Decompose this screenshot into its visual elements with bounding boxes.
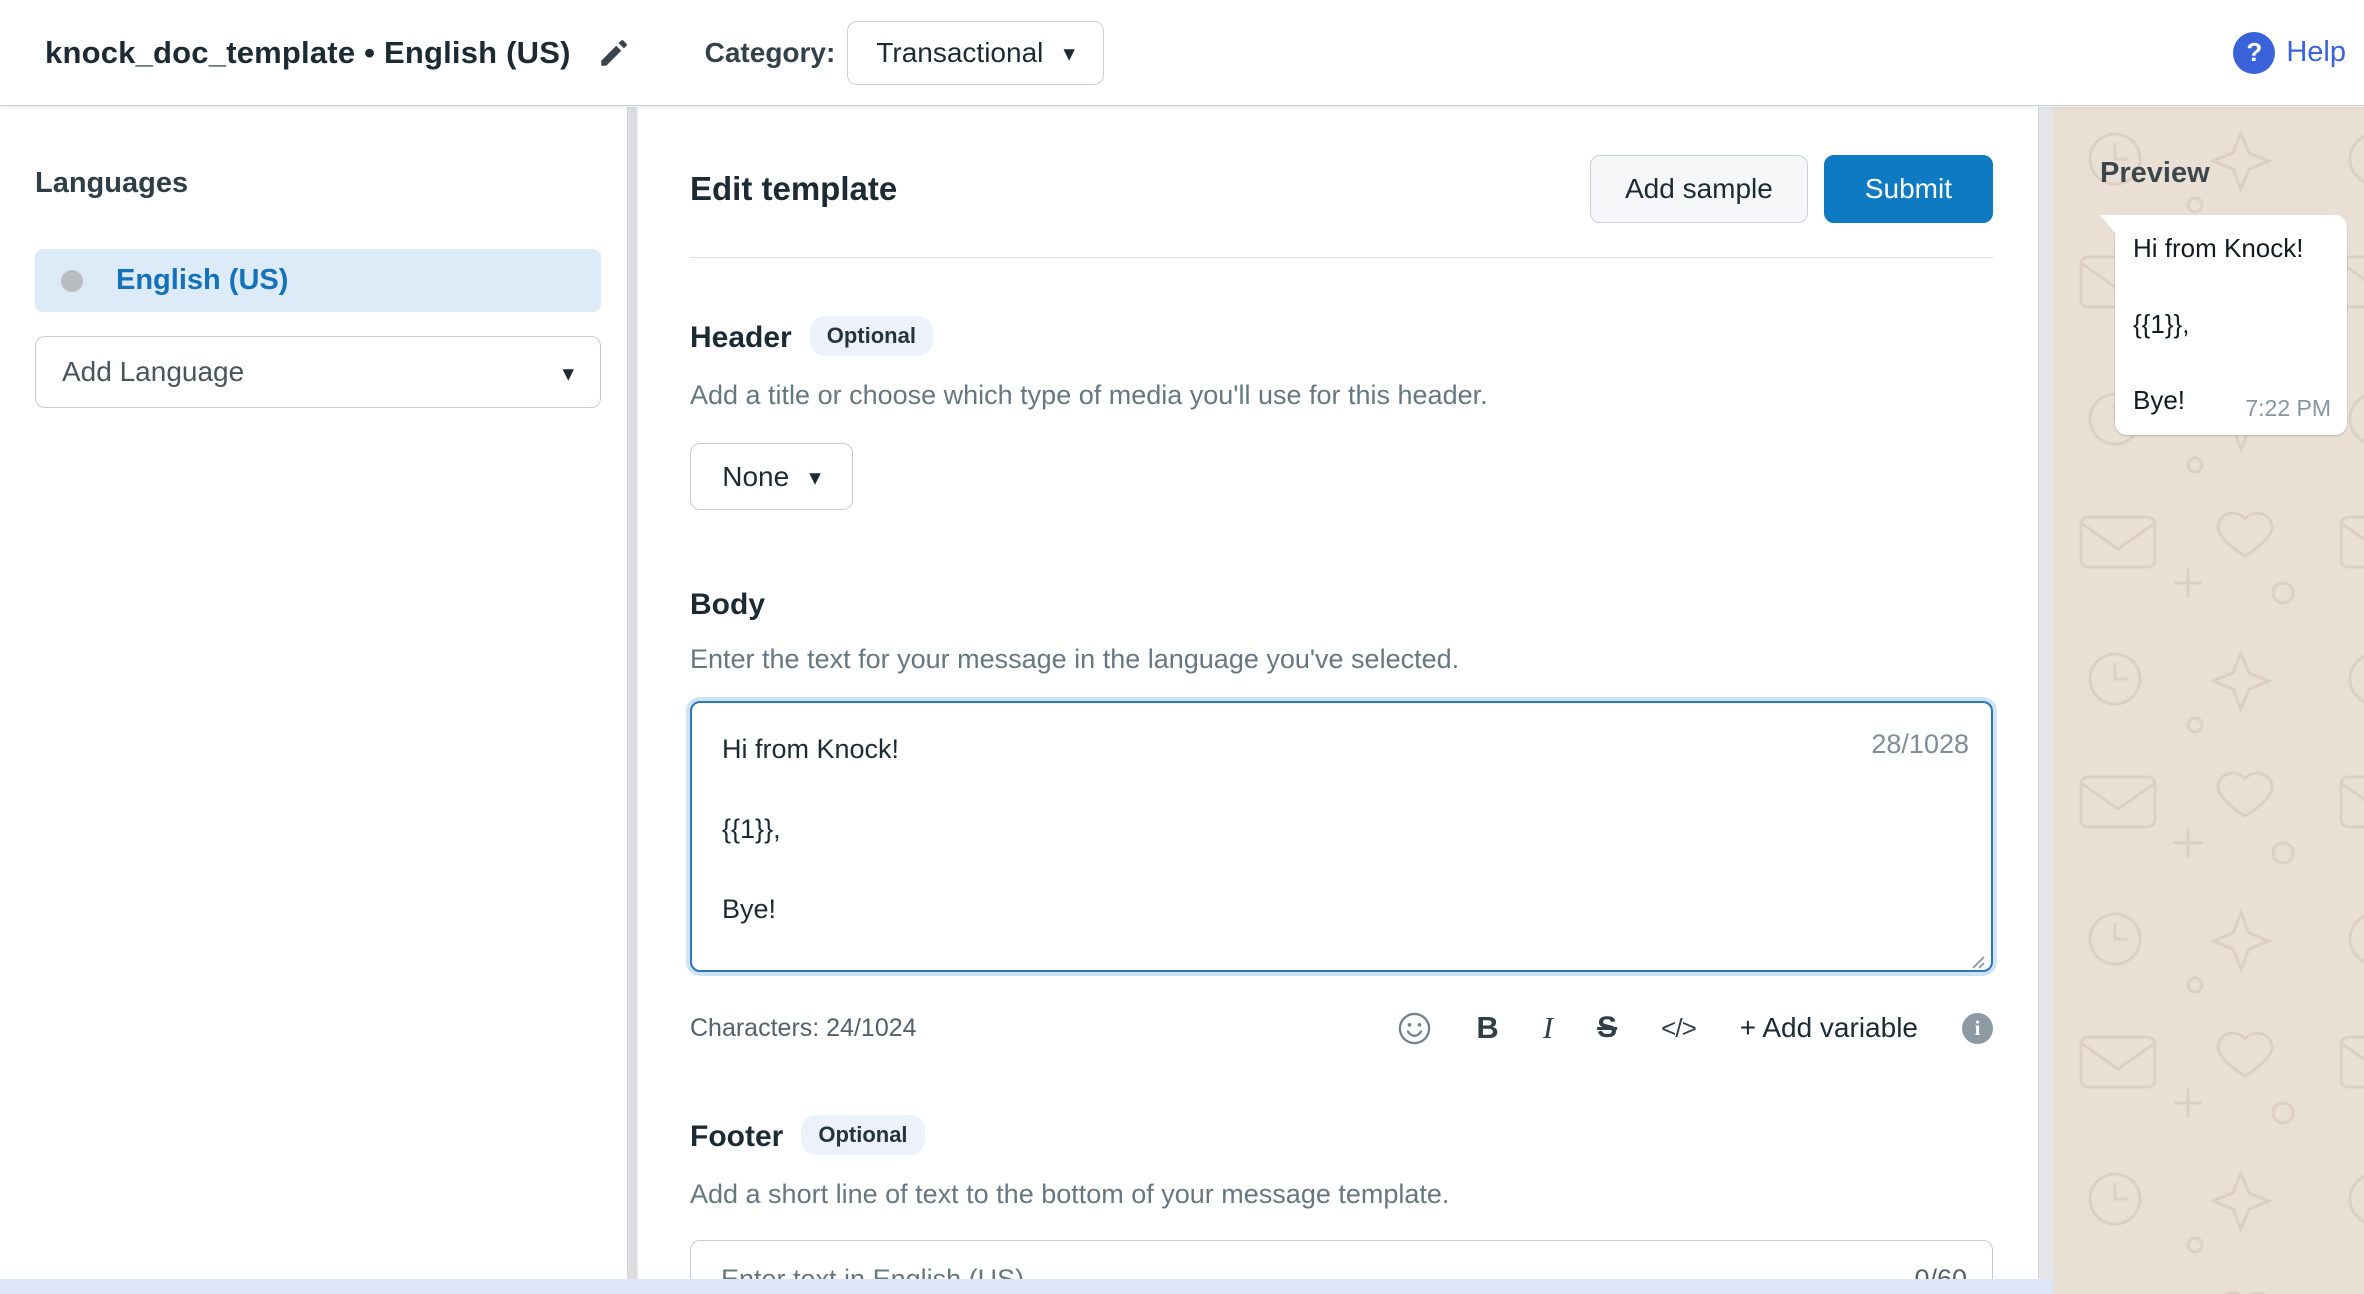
chevron-down-icon: ▾: [1063, 42, 1075, 65]
add-variable-button[interactable]: + Add variable: [1740, 1012, 1918, 1044]
chevron-down-icon: ▾: [809, 466, 821, 489]
italic-button[interactable]: I: [1543, 1010, 1553, 1046]
footer-section-description: Add a short line of text to the bottom o…: [690, 1179, 1993, 1210]
header-section-title: Header: [690, 321, 792, 355]
body-section-description: Enter the text for your message in the l…: [690, 644, 1993, 675]
languages-heading: Languages: [35, 167, 627, 200]
emoji-button[interactable]: [1397, 1011, 1432, 1046]
page-title: Edit template: [690, 170, 897, 208]
category-label: Category:: [705, 37, 836, 69]
info-icon[interactable]: i: [1962, 1013, 1993, 1044]
sidebar-item-english-us[interactable]: English (US): [35, 249, 601, 312]
add-language-dropdown[interactable]: Add Language ▾: [35, 336, 601, 408]
smiley-icon: [1397, 1011, 1432, 1046]
header-media-type-dropdown[interactable]: None ▾: [690, 443, 853, 510]
body-text-input[interactable]: Hi from Knock! {{1}}, Bye!: [690, 701, 1993, 972]
edit-template-header: Edit template Add sample Submit: [690, 155, 1993, 223]
category-value: Transactional: [876, 37, 1043, 69]
header-media-type-value: None: [722, 461, 789, 493]
question-circle-icon: ?: [2233, 32, 2275, 74]
category-dropdown[interactable]: Transactional ▾: [847, 21, 1104, 85]
edit-template-panel: Edit template Add sample Submit Header O…: [690, 107, 1993, 1294]
header-section-description: Add a title or choose which type of medi…: [690, 380, 1993, 411]
strikethrough-button[interactable]: S: [1597, 1011, 1617, 1045]
header-divider: [690, 257, 1993, 258]
pencil-icon: [597, 36, 631, 70]
bubble-tail: [2100, 215, 2115, 233]
language-status-dot-icon: [61, 270, 83, 292]
preview-heading: Preview: [2100, 157, 2210, 190]
add-language-label: Add Language: [62, 356, 244, 388]
resize-handle[interactable]: [1968, 952, 1985, 969]
edit-title-button[interactable]: [597, 36, 631, 70]
template-title: knock_doc_template • English (US): [45, 35, 571, 71]
template-editor-screen: knock_doc_template • English (US) Catego…: [0, 0, 2364, 1294]
message-preview-bubble: Hi from Knock! {{1}}, Bye! 7:22 PM: [2115, 215, 2347, 435]
body-section-title: Body: [690, 588, 765, 622]
preview-panel: Preview Hi from Knock! {{1}}, Bye! 7:22 …: [2053, 107, 2364, 1294]
top-bar: knock_doc_template • English (US) Catego…: [0, 0, 2364, 106]
footer-section-title: Footer: [690, 1120, 783, 1154]
footer-section-title-row: Footer Optional: [690, 1117, 1993, 1157]
resize-grip-icon: [1968, 952, 1985, 969]
language-label: English (US): [116, 264, 288, 297]
chevron-down-icon: ▾: [562, 362, 574, 385]
sidebar-divider: [627, 107, 638, 1294]
bold-button[interactable]: B: [1476, 1010, 1498, 1046]
add-sample-button[interactable]: Add sample: [1590, 155, 1808, 223]
body-section-title-row: Body: [690, 588, 1993, 622]
body-toolbar-row: Characters: 24/1024 B I S </> + Add vari…: [690, 1007, 1993, 1049]
formatting-toolbar: B I S </> + Add variable i: [1397, 1010, 1993, 1046]
main-scrollbar[interactable]: [2038, 107, 2053, 1294]
characters-count-label: Characters: 24/1024: [690, 1014, 917, 1043]
bottom-highlight-strip: [0, 1279, 2053, 1294]
help-label: Help: [2286, 36, 2346, 69]
submit-button[interactable]: Submit: [1824, 155, 1993, 223]
code-button[interactable]: </>: [1661, 1013, 1696, 1044]
languages-sidebar: Languages English (US) Add Language ▾: [0, 107, 627, 1294]
optional-badge: Optional: [801, 1115, 924, 1155]
body-textarea-wrap: Hi from Knock! {{1}}, Bye! 28/1028: [690, 701, 1993, 977]
header-section-title-row: Header Optional: [690, 318, 1993, 358]
optional-badge: Optional: [810, 316, 933, 356]
body-char-counter: 28/1028: [1871, 729, 1969, 760]
bubble-timestamp: 7:22 PM: [2245, 395, 2331, 422]
help-button[interactable]: ? Help: [2233, 32, 2346, 74]
